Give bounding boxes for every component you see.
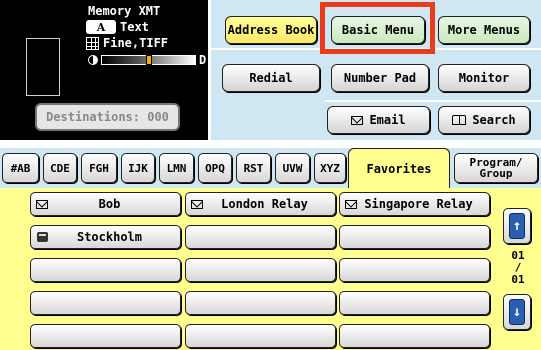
doc-type-label: Text <box>120 20 149 34</box>
tab-xyz[interactable]: XYZ <box>314 153 346 183</box>
favorite-entry-stockholm[interactable]: Stockholm <box>30 225 181 249</box>
tab-uvw[interactable]: UVW <box>275 153 310 183</box>
favorite-name: Singapore Relay <box>364 197 473 211</box>
contrast-level-marker <box>146 55 152 65</box>
scroll-down-button[interactable]: ↓ <box>503 294 531 330</box>
tab-favorites[interactable]: Favorites <box>348 148 450 188</box>
scroll-up-button[interactable]: ↑ <box>503 208 531 244</box>
favorite-entry-empty[interactable] <box>339 225 490 249</box>
tab-hash-ab[interactable]: #AB <box>2 153 39 183</box>
tab-ijk[interactable]: IJK <box>121 153 155 183</box>
preview-thumbnail <box>26 38 60 96</box>
resolution-label: Fine,TIFF <box>103 36 169 50</box>
favorite-entry-bob[interactable]: Bob <box>30 192 181 216</box>
menu-divider-lower <box>325 100 541 102</box>
favorite-entry-empty[interactable] <box>30 324 181 348</box>
email-icon <box>191 199 203 209</box>
search-button-label: Search <box>472 113 516 127</box>
contrast-light-icon <box>88 55 98 65</box>
tab-fgh[interactable]: FGH <box>81 153 117 183</box>
favorite-name: Bob <box>98 197 121 211</box>
favorite-name: London Relay <box>221 197 308 211</box>
fax-icon <box>36 232 48 242</box>
email-icon <box>345 199 357 209</box>
favorite-entry-empty[interactable] <box>30 258 181 282</box>
tab-opq[interactable]: OPQ <box>198 153 232 183</box>
favorite-entry-empty[interactable] <box>185 324 336 348</box>
favorite-entry-empty[interactable] <box>339 258 490 282</box>
book-icon <box>452 115 467 125</box>
favorite-entry-empty[interactable] <box>339 291 490 315</box>
address-book-button[interactable]: Address Book <box>225 16 317 44</box>
status-panel: Memory XMT A Text Fine,TIFF D Destinatio… <box>0 0 208 140</box>
arrow-up-icon: ↑ <box>509 213 525 239</box>
contrast-indicator: D <box>88 53 206 67</box>
email-button[interactable]: Email <box>327 106 430 134</box>
destinations-button[interactable]: Destinations: 000 <box>35 103 180 131</box>
search-button[interactable]: Search <box>438 106 530 134</box>
redial-button[interactable]: Redial <box>222 64 320 92</box>
contrast-bar <box>101 55 196 65</box>
monitor-button[interactable]: Monitor <box>438 64 530 92</box>
tab-lmn[interactable]: LMN <box>159 153 194 183</box>
contrast-dark-label: D <box>199 53 207 67</box>
favorite-entry-empty[interactable] <box>339 324 490 348</box>
email-icon <box>351 115 364 125</box>
email-button-label: Email <box>369 113 406 127</box>
more-menus-button[interactable]: More Menus <box>438 16 530 44</box>
doc-type-row: A Text <box>86 20 149 34</box>
resolution-grid-icon <box>86 36 99 50</box>
favorite-entry-empty[interactable] <box>185 291 336 315</box>
email-icon <box>36 199 48 209</box>
arrow-down-icon: ↓ <box>509 299 525 325</box>
touch-panel-screen: Memory XMT A Text Fine,TIFF D Destinatio… <box>0 0 541 350</box>
favorite-entry-singapore-relay[interactable]: Singapore Relay <box>339 192 490 216</box>
favorite-entry-empty[interactable] <box>185 258 336 282</box>
text-mode-icon: A <box>86 20 116 34</box>
tab-program-line2: Group <box>479 167 513 180</box>
number-pad-button[interactable]: Number Pad <box>331 64 429 92</box>
tab-program-group[interactable]: Program/ Group <box>454 153 538 183</box>
tab-cde[interactable]: CDE <box>43 153 77 183</box>
favorite-entry-empty[interactable] <box>185 225 336 249</box>
mode-title: Memory XMT <box>88 4 161 18</box>
page-total: 01 <box>511 273 525 286</box>
page-indicator: 01 / 01 <box>505 250 531 286</box>
favorite-entry-london-relay[interactable]: London Relay <box>185 192 336 216</box>
favorite-name: Stockholm <box>76 230 143 244</box>
favorite-entry-empty[interactable] <box>30 291 181 315</box>
tab-rst[interactable]: RST <box>236 153 271 183</box>
resolution-row: Fine,TIFF <box>86 36 168 50</box>
highlight-frame <box>320 2 435 54</box>
